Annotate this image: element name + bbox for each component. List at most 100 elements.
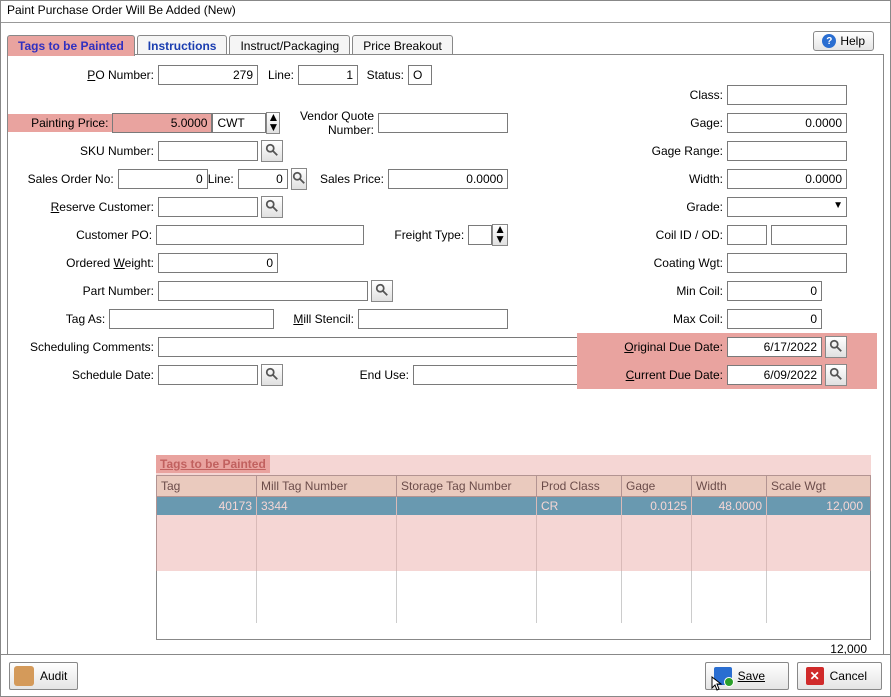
max-coil-label: Max Coil: bbox=[577, 312, 727, 326]
table-row-empty[interactable] bbox=[157, 551, 870, 569]
cell-wgt: 12,000 bbox=[767, 497, 867, 515]
table-row[interactable]: 40173 3344 CR 0.0125 48.0000 12,000 bbox=[157, 497, 870, 515]
line2-input[interactable] bbox=[238, 169, 288, 189]
spinner-down-icon: ▼ bbox=[267, 123, 279, 133]
freight-type-spinner[interactable]: ▲▼ bbox=[492, 224, 508, 246]
tab-label: Tags to be Painted bbox=[18, 39, 124, 53]
save-button[interactable]: Save bbox=[705, 662, 789, 690]
cell-mill: 3344 bbox=[257, 497, 397, 515]
gage-label: Gage: bbox=[577, 116, 727, 130]
sku-number-input[interactable] bbox=[158, 141, 258, 161]
tab-tags-to-be-painted[interactable]: Tags to be Painted bbox=[7, 35, 135, 56]
cwt-spinner[interactable]: ▲▼ bbox=[266, 112, 280, 134]
grid-header-storage[interactable]: Storage Tag Number bbox=[397, 476, 537, 496]
table-row-empty[interactable] bbox=[157, 587, 870, 605]
grid-header-wgt[interactable]: Scale Wgt bbox=[767, 476, 867, 496]
schedule-date-lookup-button[interactable] bbox=[261, 364, 283, 386]
width-input[interactable] bbox=[727, 169, 847, 189]
tags-grid[interactable]: Tag Mill Tag Number Storage Tag Number P… bbox=[156, 475, 871, 640]
help-button[interactable]: ? Help bbox=[813, 31, 874, 51]
grid-header-mill[interactable]: Mill Tag Number bbox=[257, 476, 397, 496]
current-due-date-input[interactable] bbox=[727, 365, 822, 385]
cwt-input[interactable] bbox=[212, 113, 266, 133]
line-input[interactable] bbox=[298, 65, 358, 85]
grid-header-row: Tag Mill Tag Number Storage Tag Number P… bbox=[157, 476, 870, 497]
sales-price-input[interactable] bbox=[388, 169, 508, 189]
class-input[interactable] bbox=[727, 85, 847, 105]
current-due-date-lookup-button[interactable] bbox=[825, 364, 847, 386]
table-row-empty[interactable] bbox=[157, 533, 870, 551]
magnify-icon bbox=[829, 339, 843, 356]
table-row-empty[interactable] bbox=[157, 569, 870, 587]
po-number-input[interactable] bbox=[158, 65, 258, 85]
freight-type-input[interactable] bbox=[468, 225, 492, 245]
tab-label: Instructions bbox=[148, 39, 217, 53]
class-label: Class: bbox=[577, 88, 727, 102]
vendor-quote-input[interactable] bbox=[378, 113, 508, 133]
gage-range-label: Gage Range: bbox=[577, 144, 727, 158]
mill-stencil-label: Mill Stencil: bbox=[274, 312, 358, 326]
sales-order-no-input[interactable] bbox=[118, 169, 208, 189]
grid-header-gage[interactable]: Gage bbox=[622, 476, 692, 496]
tab-instructions[interactable]: Instructions bbox=[137, 35, 228, 56]
reserve-customer-lookup-button[interactable] bbox=[261, 196, 283, 218]
audit-button[interactable]: Audit bbox=[9, 662, 78, 690]
end-use-label: End Use: bbox=[283, 368, 413, 382]
freight-type-label: Freight Type: bbox=[364, 228, 469, 242]
grid-header-prod[interactable]: Prod Class bbox=[537, 476, 622, 496]
original-due-date-lookup-button[interactable] bbox=[825, 336, 847, 358]
gage-input[interactable] bbox=[727, 113, 847, 133]
gage-range-input[interactable] bbox=[727, 141, 847, 161]
min-coil-label: Min Coil: bbox=[577, 284, 727, 298]
coil-od-input[interactable] bbox=[771, 225, 847, 245]
sales-order-lookup-button[interactable] bbox=[291, 168, 307, 190]
magnify-icon bbox=[265, 199, 279, 216]
grid-title: Tags to be Painted bbox=[156, 455, 270, 473]
reserve-customer-input[interactable] bbox=[158, 197, 258, 217]
cell-gage: 0.0125 bbox=[622, 497, 692, 515]
grade-combo[interactable] bbox=[727, 197, 847, 217]
po-number-label: PO Number: bbox=[8, 68, 158, 82]
part-number-lookup-button[interactable] bbox=[371, 280, 393, 302]
scheduling-comments-label: Scheduling Comments: bbox=[8, 340, 158, 354]
grid-header-tag[interactable]: Tag bbox=[157, 476, 257, 496]
table-row-empty[interactable] bbox=[157, 515, 870, 533]
coating-wgt-input[interactable] bbox=[727, 253, 847, 273]
schedule-date-input[interactable] bbox=[158, 365, 258, 385]
form-area: PO Number: Line: Status: Painting Price:… bbox=[8, 55, 883, 71]
tab-bar: Tags to be Painted Instructions Instruct… bbox=[7, 29, 884, 55]
magnify-icon bbox=[375, 283, 389, 300]
painting-price-input[interactable] bbox=[112, 113, 212, 133]
max-coil-input[interactable] bbox=[727, 309, 822, 329]
cancel-button[interactable]: ✕ Cancel bbox=[797, 662, 882, 690]
tab-price-breakout[interactable]: Price Breakout bbox=[352, 35, 453, 56]
status-input[interactable] bbox=[408, 65, 432, 85]
sku-lookup-button[interactable] bbox=[261, 140, 283, 162]
customer-po-input[interactable] bbox=[156, 225, 363, 245]
grade-label: Grade: bbox=[577, 200, 727, 214]
coil-id-input[interactable] bbox=[727, 225, 767, 245]
mill-stencil-input[interactable] bbox=[358, 309, 508, 329]
sku-number-label: SKU Number: bbox=[8, 144, 158, 158]
tab-instruct-packaging[interactable]: Instruct/Packaging bbox=[229, 35, 350, 56]
tab-panel: PO Number: Line: Status: Painting Price:… bbox=[7, 54, 884, 682]
cell-prod: CR bbox=[537, 497, 622, 515]
grid-header-width[interactable]: Width bbox=[692, 476, 767, 496]
help-icon: ? bbox=[822, 34, 836, 48]
magnify-icon bbox=[265, 367, 279, 384]
line-label: Line: bbox=[258, 68, 298, 82]
cell-tag: 40173 bbox=[157, 497, 257, 515]
scheduling-comments-input[interactable] bbox=[158, 337, 648, 357]
min-coil-input[interactable] bbox=[727, 281, 822, 301]
current-due-date-label: Current Due Date: bbox=[579, 368, 727, 382]
ordered-weight-input[interactable] bbox=[158, 253, 278, 273]
window: Paint Purchase Order Will Be Added (New)… bbox=[0, 0, 891, 697]
table-row-empty[interactable] bbox=[157, 605, 870, 623]
right-column: Class: Gage: Gage Range: Width: bbox=[577, 81, 877, 389]
part-number-input[interactable] bbox=[158, 281, 368, 301]
cell-storage bbox=[397, 497, 537, 515]
line2-label: Line: bbox=[208, 172, 238, 186]
tag-as-input[interactable] bbox=[109, 309, 274, 329]
cancel-icon: ✕ bbox=[806, 667, 824, 685]
original-due-date-input[interactable] bbox=[727, 337, 822, 357]
